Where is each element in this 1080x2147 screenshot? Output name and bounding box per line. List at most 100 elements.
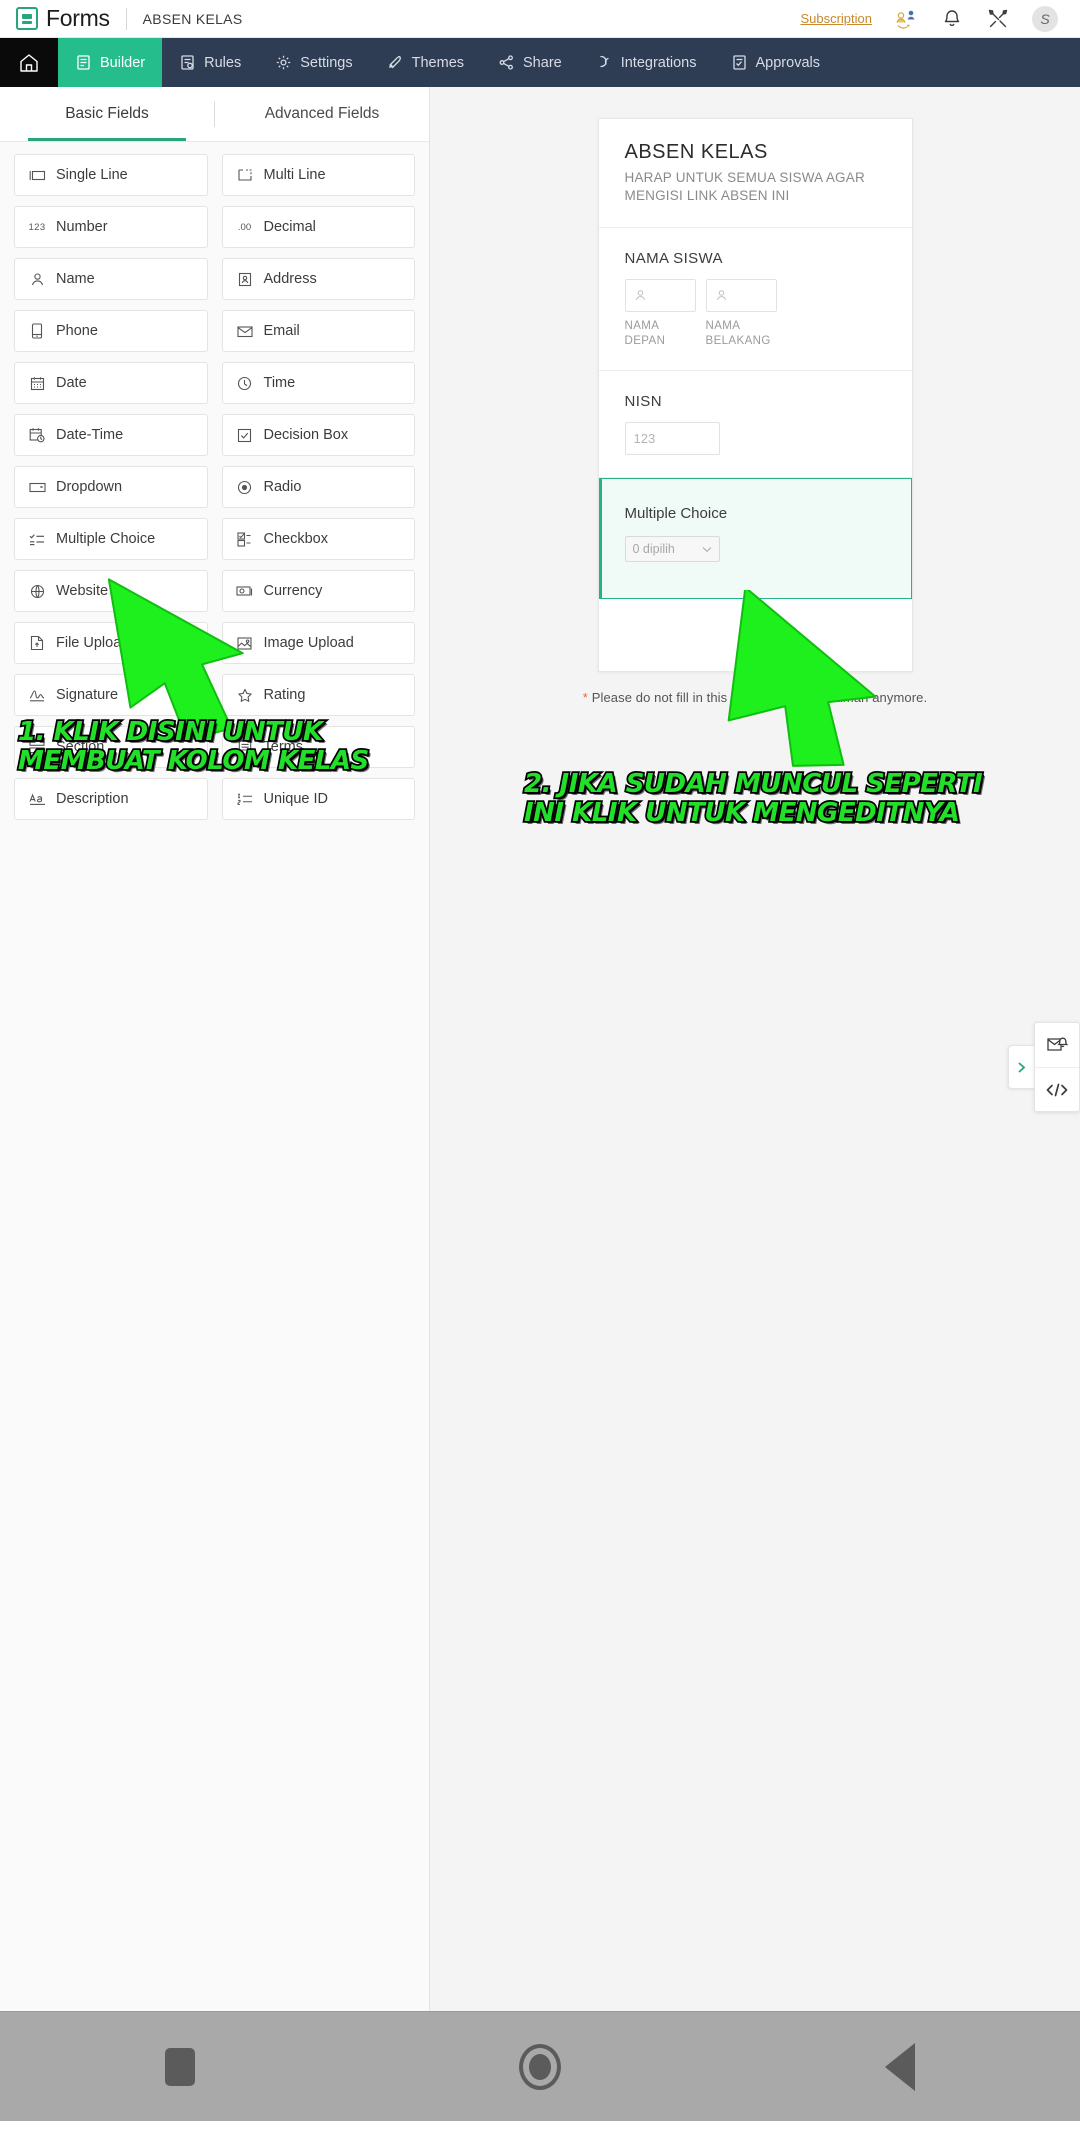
form-field-nisn[interactable]: NISN 123: [598, 371, 912, 479]
file-upload-icon: [28, 634, 46, 652]
field-chip-email[interactable]: Email: [221, 310, 415, 352]
field-chip-dropdown[interactable]: Dropdown: [14, 466, 208, 508]
field-chip-address[interactable]: Address: [221, 258, 415, 300]
field-chip-checkbox[interactable]: Checkbox: [221, 518, 415, 560]
field-chip-radio[interactable]: Radio: [221, 466, 415, 508]
code-icon[interactable]: [1035, 1067, 1079, 1111]
field-chip-decision-box[interactable]: Decision Box: [221, 414, 415, 456]
tools-icon[interactable]: [986, 7, 1010, 31]
bell-icon[interactable]: [940, 7, 964, 31]
nav-tab-settings[interactable]: Settings: [258, 38, 369, 87]
nav-tab-builder[interactable]: Builder: [58, 38, 163, 87]
nav-tab-share-label: Share: [523, 54, 562, 71]
field-chip-description[interactable]: Description: [14, 778, 208, 820]
recents-square-icon[interactable]: [120, 2047, 240, 2086]
field-library-panel: Basic Fields Advanced Fields Single Line…: [0, 87, 430, 2011]
form-name-breadcrumb[interactable]: ABSEN KELAS: [143, 11, 243, 27]
form-title: ABSEN KELAS: [624, 141, 768, 163]
app-header: Forms ABSEN KELAS Subscription S: [0, 0, 1080, 38]
field-chip-label: Name: [56, 271, 95, 287]
field-chip-date[interactable]: Date: [14, 362, 208, 404]
main-area: Basic Fields Advanced Fields Single Line…: [0, 87, 1080, 2011]
single-line-icon: [28, 166, 46, 184]
multiple-choice-value: 0 dipilih: [632, 542, 675, 557]
tab-basic-fields[interactable]: Basic Fields: [0, 87, 214, 141]
clock-icon: [236, 374, 254, 392]
field-chip-multi-line[interactable]: Multi Line: [221, 154, 415, 196]
field-chip-decimal[interactable]: .00 Decimal: [221, 206, 415, 248]
nav-tab-integrations-label: Integrations: [620, 54, 697, 71]
decimal-icon: .00: [237, 221, 252, 233]
phone-icon: [28, 322, 46, 340]
first-name-input[interactable]: [624, 279, 696, 313]
back-triangle-icon[interactable]: [840, 2042, 960, 2091]
field-chip-time[interactable]: Time: [221, 362, 415, 404]
nav-tab-integrations[interactable]: Integrations: [579, 38, 714, 87]
field-chip-label: Phone: [56, 323, 98, 339]
field-grid: Single Line Multi Line 123 Number .00 De…: [0, 142, 429, 2011]
field-chip-label: Time: [263, 375, 296, 391]
field-chip-image-upload[interactable]: Image Upload: [221, 622, 415, 664]
field-chip-label: Radio: [263, 479, 302, 495]
android-navigation-bar: [0, 2011, 1080, 2121]
form-field-multiple-choice[interactable]: Multiple Choice 0 dipilih: [598, 478, 912, 600]
field-chip-label: Dropdown: [56, 479, 123, 495]
annotation-1-line-2: MEMBUAT KOLOM KELAS: [16, 745, 371, 777]
header-divider: [125, 7, 127, 30]
nisn-placeholder: 123: [633, 431, 656, 447]
field-chip-label: Multiple Choice: [56, 531, 156, 547]
signature-icon: [28, 686, 46, 704]
envelope-icon: [236, 322, 254, 340]
calendar-icon: [28, 374, 46, 392]
field-label: NISN: [624, 393, 662, 411]
field-label: Multiple Choice: [624, 505, 728, 523]
checkbox-list-icon: [236, 530, 254, 548]
form-description: HARAP UNTUK SEMUA SISWA AGAR MENGISI LIN…: [624, 170, 865, 204]
field-chip-label: Multi Line: [263, 167, 326, 183]
tab-advanced-fields[interactable]: Advanced Fields: [215, 87, 429, 141]
nav-tab-themes[interactable]: Themes: [370, 38, 481, 87]
field-chip-label: Image Upload: [263, 635, 354, 651]
name-sublabels-row: NAMA DEPAN NAMA BELAKANG: [625, 319, 886, 348]
annotation-1-line-1: 1. KLIK DISINI UNTUK: [16, 716, 325, 748]
last-name-sublabel: NAMA BELAKANG: [705, 320, 771, 347]
envelope-bell-icon[interactable]: [1035, 1023, 1079, 1067]
share-users-icon[interactable]: [894, 7, 918, 31]
main-nav-bar: Builder Rules Settings Themes Share Inte…: [0, 38, 1080, 87]
floating-tools: [1008, 1022, 1080, 1112]
form-header-section[interactable]: ABSEN KELAS HARAP UNTUK SEMUA SISWA AGAR…: [598, 119, 912, 229]
field-chip-date-time[interactable]: Date-Time: [14, 414, 208, 456]
tab-advanced-fields-label: Advanced Fields: [264, 105, 380, 122]
number-123-icon: 123: [28, 221, 46, 233]
annotation-2-line-1: 2. JIKA SUDAH MUNCUL SEPERTI: [522, 768, 984, 800]
form-field-nama-siswa[interactable]: NAMA SISWA NAMA DEPAN NAMA BELAKANG: [598, 228, 912, 372]
field-chip-multiple-choice[interactable]: Multiple Choice: [14, 518, 208, 560]
field-chip-single-line[interactable]: Single Line: [14, 154, 208, 196]
nav-tab-approvals[interactable]: Approvals: [714, 38, 837, 87]
field-chip-rating[interactable]: Rating: [221, 674, 415, 716]
user-avatar[interactable]: S: [1032, 5, 1058, 32]
field-chip-phone[interactable]: Phone: [14, 310, 208, 352]
home-circle-icon[interactable]: [480, 2043, 600, 2090]
last-name-input[interactable]: [705, 279, 777, 313]
nisn-input[interactable]: 123: [624, 422, 720, 456]
chevron-right-icon[interactable]: [1008, 1045, 1034, 1089]
nav-tab-rules[interactable]: Rules: [162, 38, 258, 87]
field-chip-unique-id[interactable]: Unique ID: [221, 778, 415, 820]
forms-logo-icon: [16, 7, 38, 30]
field-chip-label: Decimal: [263, 219, 316, 235]
multiple-choice-select[interactable]: 0 dipilih: [624, 536, 720, 563]
field-chip-number[interactable]: 123 Number: [14, 206, 208, 248]
field-chip-currency[interactable]: Currency: [221, 570, 415, 612]
field-chip-label: Number: [56, 219, 108, 235]
home-icon[interactable]: [0, 38, 58, 87]
subscription-link[interactable]: Subscription: [800, 11, 872, 26]
form-preview-panel: ABSEN KELAS HARAP UNTUK SEMUA SISWA AGAR…: [430, 87, 1080, 2011]
unique-id-icon: [236, 790, 254, 808]
nav-tab-share[interactable]: Share: [481, 38, 579, 87]
nav-tab-builder-label: Builder: [100, 54, 146, 71]
nav-tab-settings-label: Settings: [300, 54, 353, 71]
product-logo[interactable]: Forms: [16, 5, 110, 32]
field-chip-name[interactable]: Name: [14, 258, 208, 300]
annotation-2-line-2: INI KLIK UNTUK MENGEDITNYA: [522, 797, 961, 829]
